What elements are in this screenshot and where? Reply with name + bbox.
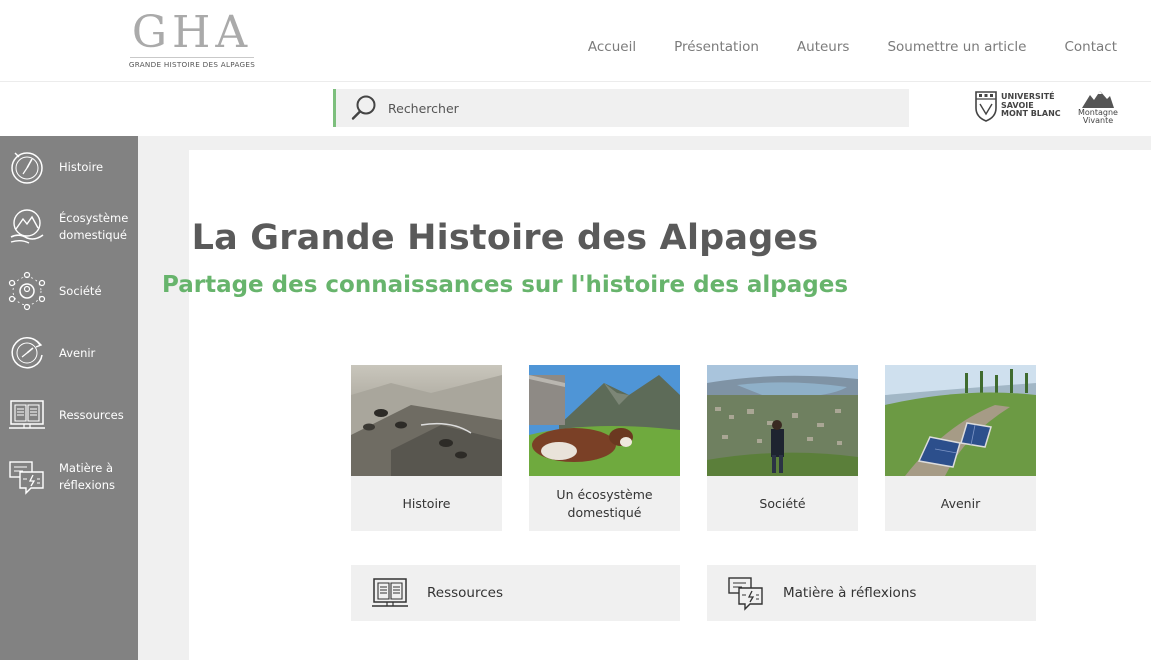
logo-subtitle: GRANDE HISTOIRE DES ALPAGES — [128, 60, 256, 69]
partner-usmb-name: UNIVERSITÉ SAVOIE MONT BLANC — [1001, 92, 1061, 119]
sidebar-item-histoire[interactable]: Histoire — [0, 147, 138, 187]
discussion-icon — [728, 577, 763, 611]
card-ressources[interactable]: Ressources — [351, 565, 680, 621]
search-input[interactable] — [388, 100, 868, 116]
partner-montagne-vivante-name: Montagne Vivante — [1078, 108, 1118, 125]
card-label: Avenir — [940, 495, 981, 511]
card-ecosysteme[interactable]: Un écosystème domestiqué — [529, 365, 680, 531]
future-clock-icon — [11, 337, 43, 369]
nav-auteurs[interactable]: Auteurs — [797, 39, 850, 55]
page-subtitle: Partage des connaissances sur l'histoire… — [161, 272, 849, 298]
book-screen-icon — [9, 400, 45, 429]
main-content: La Grande Histoire des Alpages Partage d… — [162, 150, 1151, 660]
partner-usmb[interactable]: UNIVERSITÉ SAVOIE MONT BLANC — [974, 90, 1061, 122]
card-label: Histoire — [402, 495, 451, 511]
card-matiere-reflexions[interactable]: Matière à réflexions — [707, 565, 1036, 621]
discussion-icon — [9, 461, 44, 495]
search-icon[interactable] — [349, 93, 379, 123]
page-title: La Grande Histoire des Alpages — [191, 218, 819, 258]
logo-mark: GHA — [131, 7, 253, 58]
cow-mountain-photo — [529, 365, 680, 476]
site-logo[interactable]: GHA GRANDE HISTOIRE DES ALPAGES — [124, 7, 260, 70]
card-label: Ressources — [427, 585, 503, 601]
sidebar-item-label: Matière à réflexions — [59, 461, 115, 492]
sidebar-item-label: Avenir — [59, 345, 96, 360]
mountain-logo-icon — [1082, 91, 1114, 108]
solar-panels-photo — [885, 365, 1036, 476]
nav-accueil[interactable]: Accueil — [588, 39, 636, 55]
sidebar-item-ressources[interactable]: Ressources — [0, 395, 138, 435]
card-label: Un écosystème domestiqué — [556, 486, 653, 520]
sidebar-item-label: Histoire — [59, 159, 104, 174]
university-shield-icon — [975, 91, 997, 122]
card-label: Matière à réflexions — [783, 585, 917, 601]
sidebar-item-label: Ressources — [59, 407, 124, 422]
compass-history-icon — [11, 152, 43, 184]
valley-town-photo — [707, 365, 858, 476]
main-nav: Accueil Présentation Auteurs Soumettre u… — [588, 39, 1117, 55]
nav-contact[interactable]: Contact — [1064, 39, 1117, 55]
search-bar[interactable] — [333, 89, 909, 127]
site-header: GHA GRANDE HISTOIRE DES ALPAGES Accueil … — [0, 0, 1151, 82]
search-row: UNIVERSITÉ SAVOIE MONT BLANC Montagne Vi… — [0, 83, 1151, 136]
nav-presentation[interactable]: Présentation — [674, 39, 759, 55]
card-societe[interactable]: Société — [707, 365, 858, 531]
nav-soumettre-article[interactable]: Soumettre un article — [887, 39, 1026, 55]
historic-cows-photo — [351, 365, 502, 476]
card-label: Société — [759, 495, 806, 511]
sidebar: Histoire Écosystème domestiqué Société A… — [0, 136, 138, 660]
sidebar-item-avenir[interactable]: Avenir — [0, 333, 138, 373]
card-histoire[interactable]: Histoire — [351, 365, 502, 531]
partner-montagne-vivante[interactable]: Montagne Vivante — [1075, 89, 1121, 125]
sidebar-item-matiere-reflexions[interactable]: Matière à réflexions — [0, 457, 138, 497]
card-avenir[interactable]: Avenir — [885, 365, 1036, 531]
book-screen-icon — [372, 578, 408, 607]
